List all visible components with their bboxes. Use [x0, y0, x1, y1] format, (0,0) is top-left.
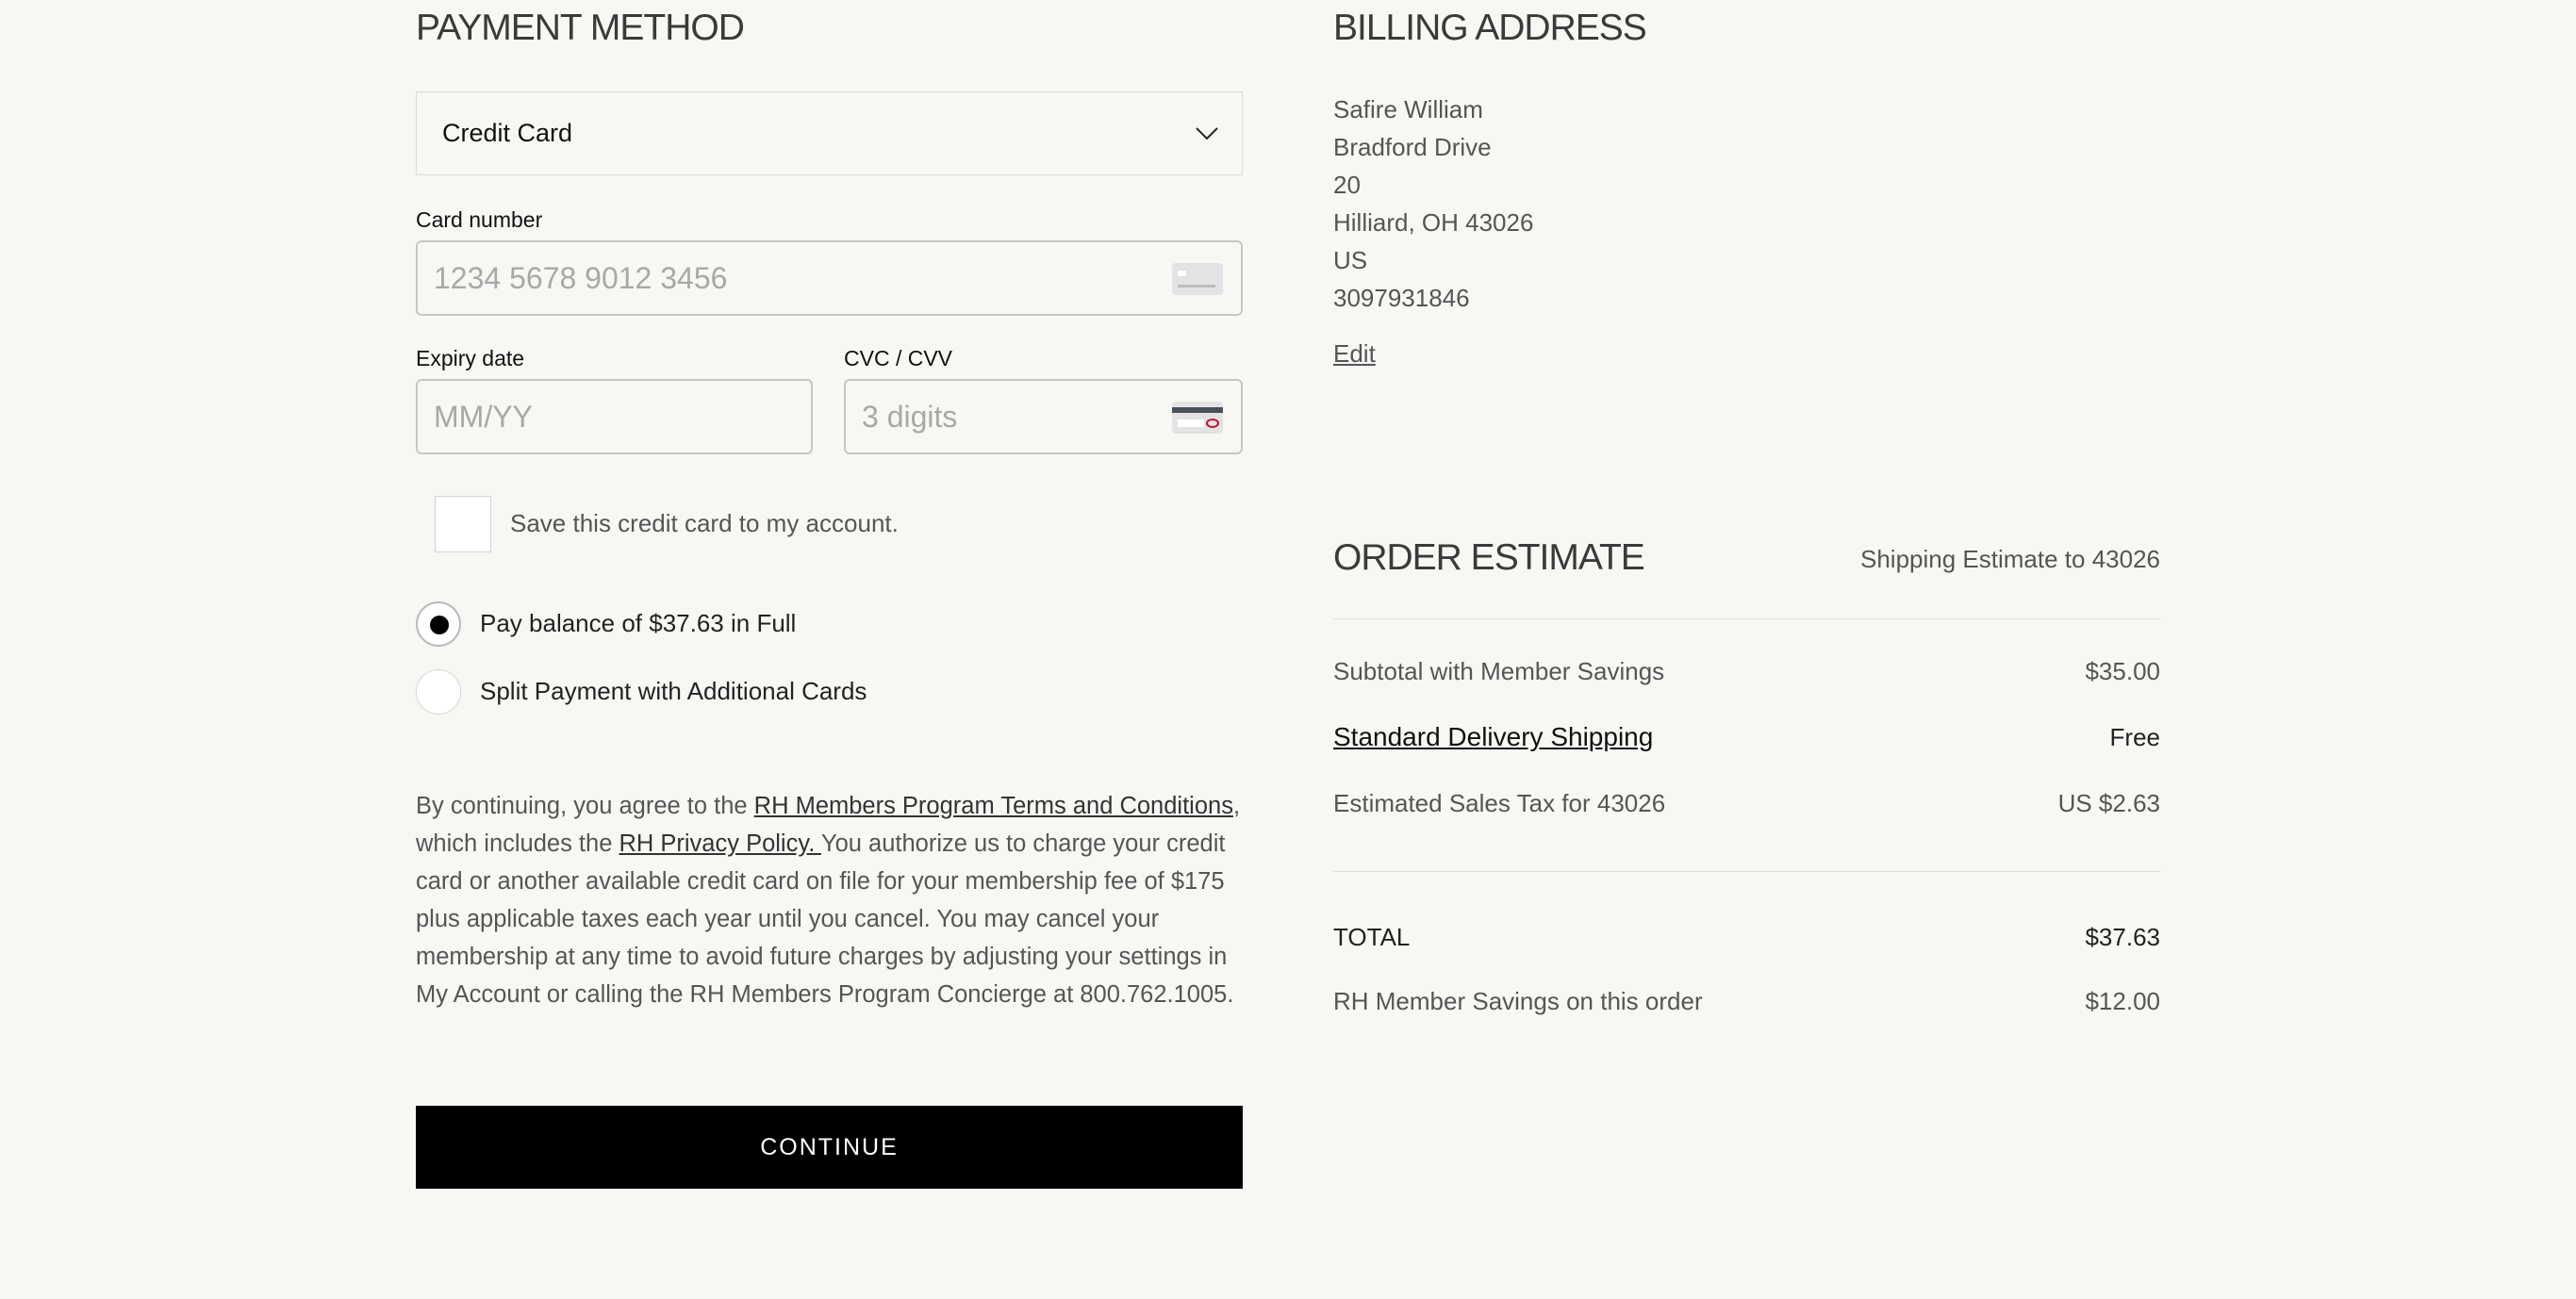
card-back-cvc-icon [1172, 402, 1223, 434]
expiry-date-field[interactable] [416, 379, 813, 454]
total-label: TOTAL [1333, 923, 1411, 951]
card-number-input[interactable] [434, 260, 1080, 296]
total-value: $37.63 [2085, 923, 2160, 951]
legal-text-prefix: By continuing, you agree to the [416, 793, 754, 819]
chevron-down-icon [1196, 127, 1218, 140]
card-number-label: Card number [416, 207, 543, 232]
terms-link[interactable]: RH Members Program Terms and Conditions [754, 793, 1233, 819]
cvc-label: CVC / CVV [844, 346, 953, 370]
checkout-page: PAYMENT METHOD Credit Card Card number E… [0, 0, 2576, 1299]
billing-name: Safire William [1333, 95, 1483, 123]
billing-address-title: BILLING ADDRESS [1333, 8, 1647, 48]
legal-disclaimer: By continuing, you agree to the RH Membe… [416, 787, 1243, 1013]
credit-card-icon [1172, 263, 1223, 295]
expiry-date-label: Expiry date [416, 346, 525, 370]
billing-phone: 3097931846 [1333, 284, 1470, 312]
expiry-date-input[interactable] [434, 399, 735, 435]
billing-city: Hilliard, OH 43026 [1333, 208, 1534, 237]
cvc-field[interactable] [844, 379, 1243, 454]
billing-street: Bradford Drive [1333, 133, 1492, 161]
divider [1333, 871, 2160, 872]
split-payment-label: Split Payment with Additional Cards [480, 677, 867, 705]
split-payment-radio[interactable] [416, 669, 461, 715]
payment-method-title: PAYMENT METHOD [416, 8, 745, 48]
card-number-field[interactable] [416, 240, 1243, 316]
billing-country: US [1333, 246, 1368, 274]
cvc-input[interactable] [862, 399, 1165, 435]
pay-full-radio[interactable] [416, 601, 461, 647]
divider [1333, 618, 2160, 619]
subtotal-value: $35.00 [2085, 657, 2160, 685]
privacy-policy-link[interactable]: RH Privacy Policy. [619, 830, 820, 857]
edit-billing-link[interactable]: Edit [1333, 339, 1376, 369]
billing-number: 20 [1333, 171, 1361, 199]
sales-tax-label: Estimated Sales Tax for 43026 [1333, 789, 1666, 817]
payment-method-select[interactable]: Credit Card [416, 91, 1243, 175]
legal-text-suffix: You authorize us to charge your credit c… [416, 830, 1234, 1008]
save-card-label: Save this credit card to my account. [510, 509, 899, 537]
order-estimate-title: ORDER ESTIMATE [1333, 537, 1645, 578]
member-savings-label: RH Member Savings on this order [1333, 987, 1703, 1015]
member-savings-value: $12.00 [2085, 987, 2160, 1015]
shipping-value: Free [2109, 723, 2160, 751]
save-card-checkbox[interactable] [435, 496, 491, 552]
split-payment-option[interactable]: Split Payment with Additional Cards [416, 669, 1243, 716]
payment-method-value: Credit Card [442, 119, 573, 147]
standard-delivery-link[interactable]: Standard Delivery Shipping [1333, 722, 1653, 752]
continue-button[interactable]: CONTINUE [416, 1106, 1243, 1189]
shipping-estimate-zip: Shipping Estimate to 43026 [1860, 545, 2160, 573]
pay-full-option[interactable]: Pay balance of $37.63 in Full [416, 601, 1243, 649]
pay-full-label: Pay balance of $37.63 in Full [480, 609, 797, 637]
subtotal-label: Subtotal with Member Savings [1333, 657, 1665, 685]
sales-tax-value: US $2.63 [2057, 789, 2160, 817]
